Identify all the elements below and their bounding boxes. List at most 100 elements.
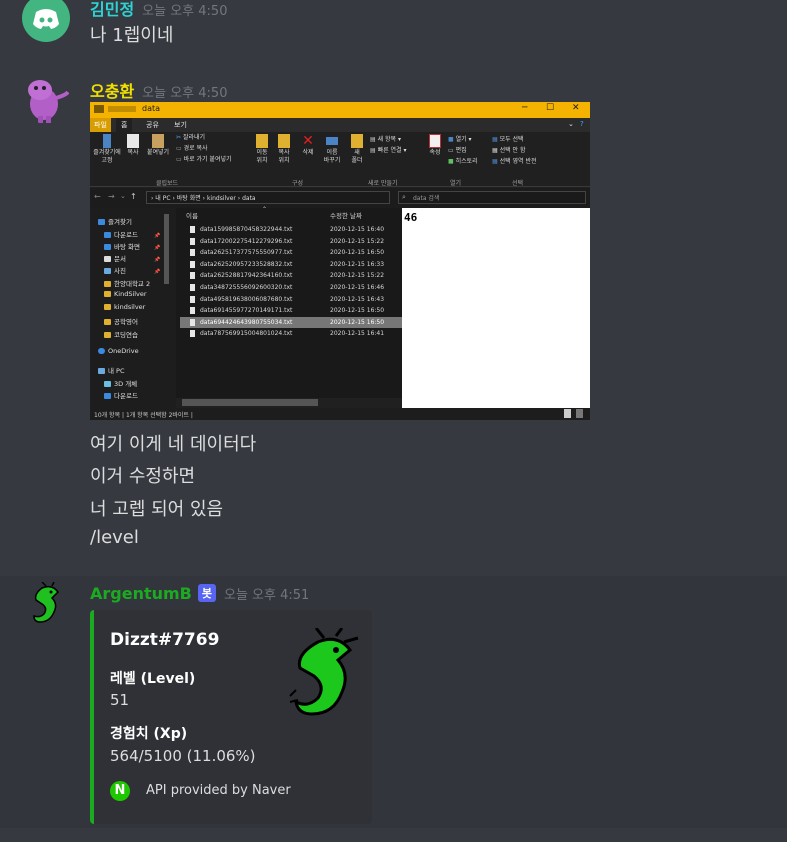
horizontal-scrollbar[interactable] [182,399,318,406]
embed-level-label: 레벨 (Level) [110,671,196,687]
nav-scrollbar[interactable] [164,214,169,284]
tab-file[interactable]: 파일 [90,118,111,132]
back-arrow-icon[interactable]: ← [94,192,101,201]
edit-button[interactable]: ▭ 편집 [448,147,467,155]
chevron-down-icon[interactable]: ⌄ [568,120,574,128]
level-embed: Dizzt#7769 레벨 (Level) 51 경험치 (Xp) 564/51… [90,610,372,824]
embed-thumbnail[interactable] [284,627,362,724]
new-item-button[interactable]: ▤ 새 항목 ▾ [370,136,401,144]
username-3[interactable]: ArgentumB 봇 오늘 오후 4:51 [90,584,309,603]
nav-this-pc[interactable]: 내 PC [98,365,125,375]
nav-3d-objects[interactable]: 3D 개체 [104,378,137,388]
tab-home[interactable]: 홈 [116,118,133,132]
embed-title: Dizzt#7769 [110,630,220,650]
paste-button[interactable]: 붙여넣기 [146,134,170,157]
copy-button[interactable]: 복사 [124,134,142,157]
file-row[interactable]: data159985870458322944.txt 2020-12-15 16:… [180,224,402,235]
history-button[interactable]: ■ 히스토리 [448,158,478,166]
nav-coding-practice[interactable]: 코딩연습 [104,329,138,339]
forward-arrow-icon[interactable]: → [108,192,115,201]
easy-access-button[interactable]: ▤ 빠른 연결 ▾ [370,147,407,155]
recent-chevron-icon[interactable]: ⌄ [120,192,126,200]
file-row[interactable]: data262528817942364160.txt 2020-12-15 15:… [180,270,402,281]
file-row[interactable]: data172002275412279296.txt 2020-12-15 15:… [180,236,402,247]
help-icon[interactable]: ? [580,120,584,128]
avatar-argentumb[interactable] [22,582,70,630]
address-input[interactable]: › 내 PC › 바탕 화면 › kindsilver › data [146,191,390,204]
rename-button[interactable]: 이름 바꾸기 [320,134,344,165]
paste-shortcut-button[interactable]: ▭ 바로 가기 붙여넣기 [176,156,232,164]
file-row[interactable]: data348725556092600320.txt 2020-12-15 16:… [180,282,402,293]
username-1[interactable]: 김민정 오늘 오후 4:50 [90,0,227,20]
file-list: 이름 ⌃ 수정한 날짜 data159985870458322944.txt 20… [176,206,402,398]
column-modified[interactable]: 수정한 날짜 [330,210,362,220]
up-arrow-icon[interactable]: ↑ [130,192,137,201]
avatar-discord[interactable] [22,0,70,42]
username-2[interactable]: 오충환 오늘 오후 4:50 [90,78,227,102]
open-icon: ■ [448,136,454,143]
file-row[interactable]: data262520957233528832.txt 2020-12-15 16:… [180,259,402,270]
maximize-icon[interactable]: ☐ [546,103,554,113]
nav-hanyang[interactable]: 한양대학교 2 [104,278,150,288]
nav-kindsilver-upper[interactable]: KindSilver [104,290,147,298]
move-folder-icon [256,134,268,148]
select-all-button[interactable]: ▦ 모두 선택 [492,136,524,144]
file-name: data262520957233528832.txt [200,260,293,268]
explorer-screenshot-image[interactable]: data ─ ☐ ✕ 파일 홈 공유 보기 ⌄ ? 즐겨찾기에 고정 복사 붙여… [90,102,590,420]
computer-icon [98,368,105,374]
search-icon: ⌕ [402,193,406,201]
nav-desktop[interactable]: 바탕 화면 [104,241,140,251]
folder-icon [104,291,111,297]
open-button[interactable]: ■ 열기 ▾ [448,136,472,144]
username-1-text[interactable]: 김민정 [90,0,134,19]
file-row[interactable]: data495819638006087680.txt 2020-12-15 16:… [180,294,402,305]
tab-view[interactable]: 보기 [174,120,187,130]
copy-path-button[interactable]: ▭ 경로 복사 [176,145,208,153]
tab-share[interactable]: 공유 [146,120,159,130]
username-2-text[interactable]: 오충환 [90,82,134,101]
nav-downloads[interactable]: 다운로드 [104,229,138,239]
folder-icon [104,304,111,310]
minimize-icon[interactable]: ─ [522,103,527,113]
pin-button[interactable]: 즐겨찾기에 고정 [92,134,122,165]
folder-icon [104,332,111,338]
avatar-ochunghwan[interactable] [22,76,70,124]
nav-kindsilver[interactable]: kindsilver [104,303,145,311]
nav-onedrive[interactable]: OneDrive [98,347,139,355]
file-row[interactable]: data691455977270149171.txt 2020-12-15 16:… [180,305,402,316]
file-date: 2020-12-15 15:22 [330,272,385,280]
new-folder-button[interactable]: 새 폴더 [350,134,364,165]
file-row[interactable]: data787569915004801024.txt 2020-12-15 16:… [180,328,402,339]
large-icons-view-icon[interactable] [576,409,583,418]
embed-xp-value: 564/5100 (11.06%) [110,747,256,765]
text-file-icon [190,330,195,338]
copy-to-button[interactable]: 복사 위치 [274,134,294,165]
details-view-icon[interactable] [564,409,571,418]
nav-engineering-english[interactable]: 공학영어 [104,316,138,326]
username-3-text[interactable]: ArgentumB [90,584,192,603]
file-row[interactable]: data694424643980755034.txt 2020-12-15 16:… [180,316,402,328]
timestamp-3: 오늘 오후 4:51 [224,588,310,603]
properties-button[interactable]: 속성 [426,134,444,157]
purple-creature-icon [28,80,70,123]
file-name: data787569915004801024.txt [200,330,293,338]
cloud-icon [98,348,105,354]
nav-pictures[interactable]: 사진 [104,265,126,275]
message-1-line-1: 나 1렙이네 [90,25,174,46]
file-name: data348725556092600320.txt [200,284,293,291]
nav-downloads-pc[interactable]: 다운로드 [104,390,138,400]
file-date: 2020-12-15 16:46 [330,284,385,291]
delete-button[interactable]: ✕ 삭제 [298,134,318,157]
nav-documents[interactable]: 문서 [104,253,126,263]
column-name[interactable]: 이름 [186,210,198,220]
file-row[interactable]: data262517377575550977.txt 2020-12-15 16:… [180,247,402,258]
cut-button[interactable]: ✂ 잘라내기 [176,134,205,142]
invert-selection-button[interactable]: ▦ 선택 영역 반전 [492,158,537,166]
select-none-button[interactable]: ▦ 선택 안 함 [492,147,526,155]
nav-quick-access[interactable]: 즐겨찾기 [98,216,132,226]
search-input[interactable]: data 검색 [398,191,586,204]
explorer-title: data [142,104,161,113]
close-icon[interactable]: ✕ [572,103,580,113]
file-date: 2020-12-15 16:33 [330,260,385,268]
move-to-button[interactable]: 이동 위치 [252,134,272,165]
